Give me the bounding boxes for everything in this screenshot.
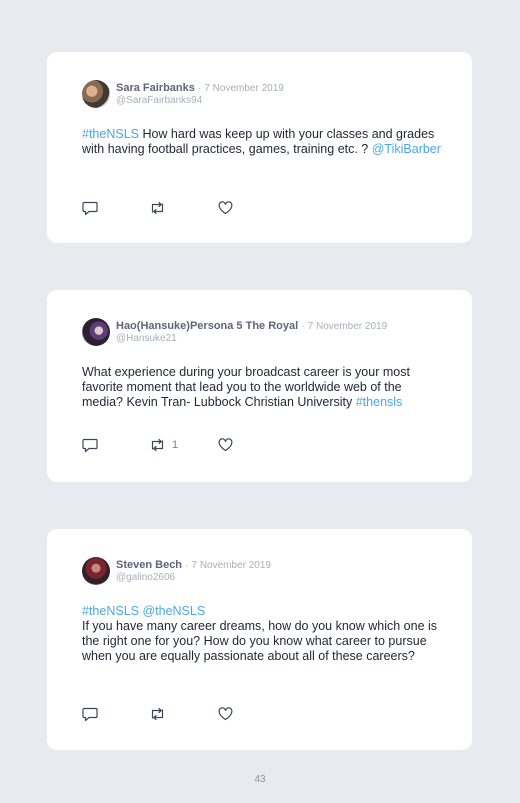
retweet-icon [151,707,164,721]
retweet-count: 1 [172,439,179,451]
hashtag-link[interactable]: #theNSLS [82,127,139,141]
separator: · [197,83,202,94]
retweet-button[interactable] [149,706,172,722]
retweet-icon [151,201,164,215]
reply-icon [82,201,98,215]
avatar[interactable] [82,80,110,108]
tweet-card: Steven Bech · 7 November 2019 @galino260… [47,529,472,750]
heart-icon [218,707,233,721]
tweet-actions: 1 [82,437,282,453]
reply-button[interactable] [82,437,98,453]
author-handle[interactable]: @Hansuke21 [116,333,177,345]
separator: · [185,560,189,571]
author-name[interactable]: Sara Fairbanks [116,82,195,94]
reply-icon [82,707,98,721]
heart-icon [218,201,233,215]
tweet-text: What experience during your broadcast ca… [82,365,444,410]
name-line: Sara Fairbanks · 7 November 2019 [116,82,284,95]
like-button[interactable] [218,706,233,722]
author-name[interactable]: Steven Bech [116,559,182,571]
tweet-date[interactable]: 7 November 2019 [204,83,284,94]
tweet-card: Sara Fairbanks · 7 November 2019 @SaraFa… [47,52,472,243]
avatar[interactable] [82,318,110,346]
author-handle[interactable]: @galino2606 [116,572,175,584]
tweet-actions [82,706,282,722]
name-line: Hao(Hansuke)Persona 5 The Royal · 7 Nove… [116,320,387,333]
author-name[interactable]: Hao(Hansuke)Persona 5 The Royal [116,320,298,332]
tweet-date[interactable]: 7 November 2019 [308,321,388,332]
retweet-button[interactable] [149,200,172,216]
page-number: 43 [254,774,266,785]
hashtag-link[interactable]: #theNSLS @theNSLS [82,604,205,618]
reply-icon [82,438,98,452]
heart-icon [218,438,233,452]
avatar[interactable] [82,557,110,585]
hashtag-link[interactable]: #thensls [356,395,403,409]
tweet-text-segment: If you have many career dreams, how do y… [82,619,438,663]
name-line: Steven Bech · 7 November 2019 [116,559,271,572]
tweet-text: #theNSLS How hard was keep up with your … [82,127,444,157]
tweet-card: Hao(Hansuke)Persona 5 The Royal · 7 Nove… [47,290,472,482]
reply-button[interactable] [82,706,98,722]
author-handle[interactable]: @SaraFairbanks94 [116,95,202,107]
like-button[interactable] [218,200,233,216]
retweet-icon [151,438,164,452]
mention-link[interactable]: @TikiBarber [372,142,441,156]
tweet-date[interactable]: 7 November 2019 [192,560,272,571]
retweet-button[interactable]: 1 [149,437,178,453]
like-button[interactable] [218,437,233,453]
tweet-text: #theNSLS @theNSLS If you have many career… [82,604,444,664]
reply-button[interactable] [82,200,98,216]
separator: · [301,321,305,332]
tweet-actions [82,200,282,216]
